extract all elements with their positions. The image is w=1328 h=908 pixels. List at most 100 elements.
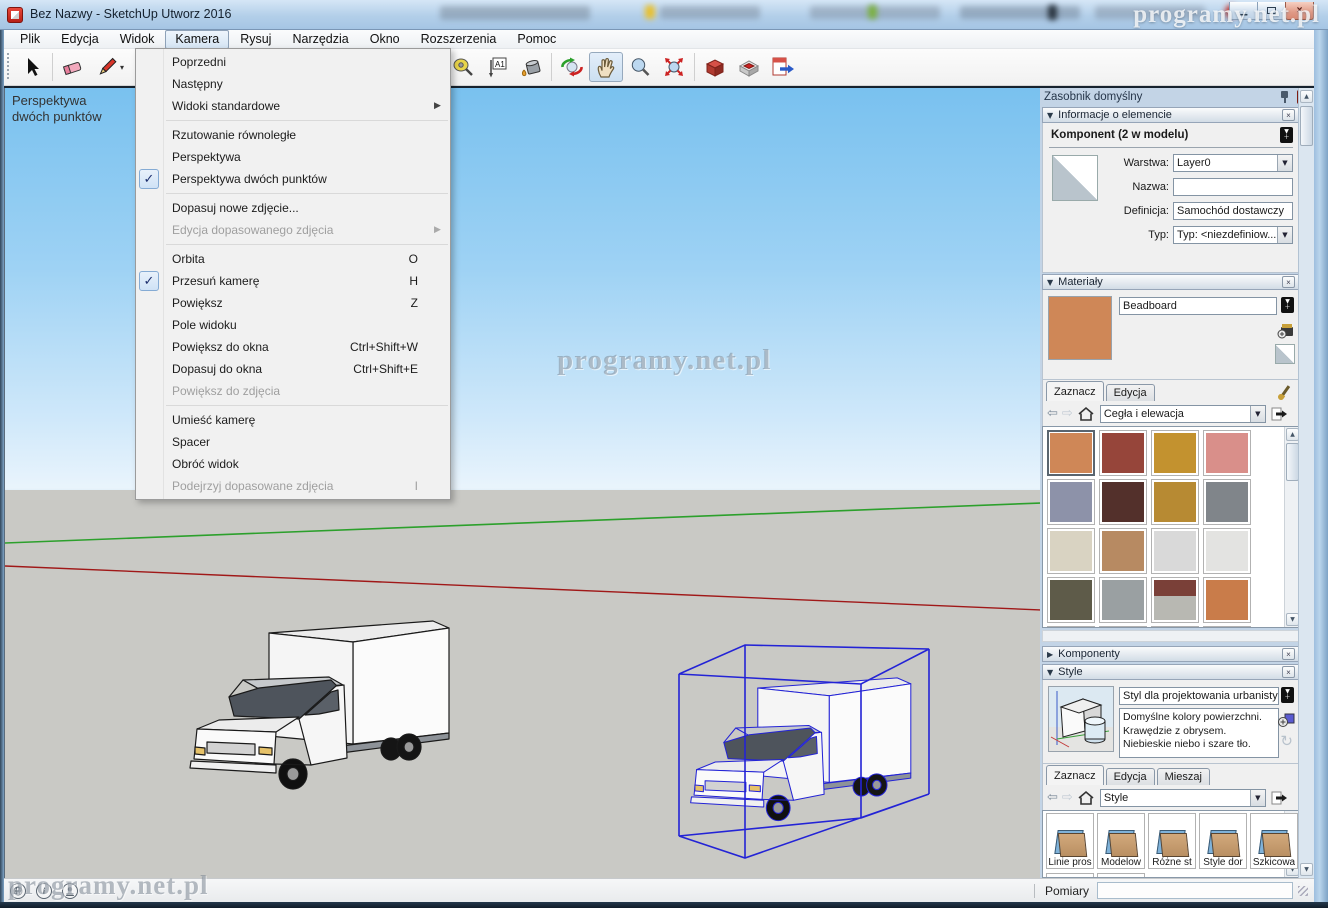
menu-item[interactable]: ✓Przesuń kameręH [136,270,450,292]
section-header-components[interactable]: ▶ Komponenty × [1042,646,1300,662]
material-swatch[interactable] [1047,479,1095,525]
toggle-panes-icon[interactable]: ▼＋ [1281,297,1294,313]
materials-hscrollbar[interactable] [1042,630,1300,642]
line-tool-dropdown[interactable]: ▾ [120,63,128,72]
menu-item[interactable]: ✓Perspektywa dwóch punktów [136,168,450,190]
3d-warehouse-button[interactable] [698,52,732,82]
menu-plik[interactable]: Plik [10,30,50,49]
section-close-icon[interactable]: × [1282,109,1295,121]
material-swatch[interactable] [1203,528,1251,574]
section-close-icon[interactable]: × [1282,276,1295,288]
material-swatch[interactable] [1151,430,1199,476]
tab-zaznacz[interactable]: Zaznacz [1046,381,1104,401]
section-close-icon[interactable]: × [1282,666,1295,678]
scroll-down-icon[interactable]: ▼ [1300,863,1313,876]
close-button[interactable]: × [1285,2,1314,20]
section-header-styles[interactable]: ▼ Style × [1042,664,1300,680]
materials-scrollbar[interactable]: ▲ ▼ [1284,427,1299,627]
style-folder-szkicowa[interactable]: Szkicowa [1250,813,1298,869]
menu-item[interactable]: Umieść kamerę [136,409,450,431]
menu-narzędzia[interactable]: Narzędzia [282,30,358,49]
menu-item[interactable]: OrbitaO [136,248,450,270]
material-swatch[interactable] [1099,528,1147,574]
forward-arrow-icon[interactable]: ⇨ [1062,791,1073,804]
send-to-layout-button[interactable] [766,52,800,82]
truck-model[interactable] [181,600,481,840]
create-material-icon[interactable] [1276,320,1296,340]
style-folder-różne-st[interactable]: Różne st [1148,813,1196,869]
details-arrow-icon[interactable] [1271,790,1289,806]
menu-item[interactable]: Edycja dopasowanego zdjęcia▶ [136,219,450,241]
material-swatch[interactable] [1099,430,1147,476]
select-tool-button[interactable] [15,52,49,82]
menu-item[interactable]: Obróć widok [136,453,450,475]
back-arrow-icon[interactable]: ⇦ [1047,791,1058,804]
create-style-icon[interactable] [1276,710,1296,728]
type-select[interactable]: Typ: <niezdefiniow...▼ [1173,226,1293,244]
menu-item[interactable]: Widoki standardowe▶ [136,95,450,117]
titlebar[interactable]: Bez Nazwy - SketchUp Utworz 2016 ▁ × pro… [0,0,1328,30]
credits-icon[interactable]: i [36,883,52,899]
active-material-preview[interactable] [1048,296,1112,360]
dropdown-arrow-icon[interactable]: ▼ [1250,790,1265,806]
home-icon[interactable] [1077,406,1095,422]
menu-item[interactable]: PowiększZ [136,292,450,314]
menu-item[interactable]: Dopasuj nowe zdjęcie... [136,197,450,219]
dropdown-arrow-icon[interactable]: ▼ [1277,155,1292,171]
eyedropper-icon[interactable] [1277,383,1293,401]
line-tool-button[interactable] [90,52,124,82]
truck-model-selected[interactable] [671,640,941,860]
tab-edycja[interactable]: Edycja [1106,384,1155,401]
scroll-up-icon[interactable]: ▲ [1300,90,1313,103]
material-swatch[interactable] [1203,430,1251,476]
tab-zaznacz[interactable]: Zaznacz [1046,765,1104,785]
menu-rozszerzenia[interactable]: Rozszerzenia [411,30,507,49]
menu-item[interactable]: Rzutowanie równoległe [136,124,450,146]
material-swatch[interactable] [1099,626,1147,628]
name-field[interactable] [1173,178,1293,196]
material-swatch[interactable] [1151,479,1199,525]
back-arrow-icon[interactable]: ⇦ [1047,407,1058,420]
material-swatch[interactable] [1151,577,1199,623]
menu-item[interactable]: Poprzedni [136,51,450,73]
menu-item[interactable]: Spacer [136,431,450,453]
material-name-field[interactable]: Beadboard [1119,297,1277,315]
zoom-tool-button[interactable] [623,52,657,82]
menu-item[interactable]: Powiększ do oknaCtrl+Shift+W [136,336,450,358]
material-swatch[interactable] [1203,626,1251,628]
section-close-icon[interactable]: × [1282,648,1295,660]
home-icon[interactable] [1077,790,1095,806]
material-swatch[interactable] [1047,528,1095,574]
layer-select[interactable]: Layer0▼ [1173,154,1293,172]
menu-edycja[interactable]: Edycja [51,30,109,49]
pin-icon[interactable] [1279,90,1291,104]
material-swatch[interactable] [1203,479,1251,525]
material-swatch[interactable] [1099,577,1147,623]
tab-mieszaj[interactable]: Mieszaj [1157,768,1210,785]
minimize-button[interactable]: ▁ [1229,2,1258,20]
zoom-extents-tool-button[interactable] [657,52,691,82]
text-tool-button[interactable]: A1 [480,52,514,82]
menu-item[interactable]: Podejrzyj dopasowane zdjęciaI [136,475,450,497]
scrollbar-thumb[interactable] [1300,106,1313,146]
dropdown-arrow-icon[interactable]: ▼ [1250,406,1265,422]
material-swatch[interactable] [1151,626,1199,628]
material-swatch[interactable] [1047,626,1095,628]
forward-arrow-icon[interactable]: ⇨ [1062,407,1073,420]
eraser-tool-button[interactable] [56,52,90,82]
tape-measure-tool-button[interactable] [446,52,480,82]
menu-item[interactable]: Następny [136,73,450,95]
toggle-details-icon[interactable]: ▼＋ [1280,127,1293,143]
menu-pomoc[interactable]: Pomoc [507,30,566,49]
material-swatch[interactable] [1099,479,1147,525]
sample-paint-icon[interactable] [1275,344,1295,364]
material-swatch[interactable] [1151,528,1199,574]
toggle-panes-icon[interactable]: ▼＋ [1281,687,1294,703]
material-swatch[interactable] [1047,430,1095,476]
menu-kamera[interactable]: Kamera [165,30,229,49]
geolocation-icon[interactable] [10,883,26,899]
update-style-icon[interactable]: ↻ [1280,732,1293,750]
style-collection-select[interactable]: Style▼ [1100,789,1266,807]
tab-edycja[interactable]: Edycja [1106,768,1155,785]
menu-item[interactable]: Pole widoku [136,314,450,336]
